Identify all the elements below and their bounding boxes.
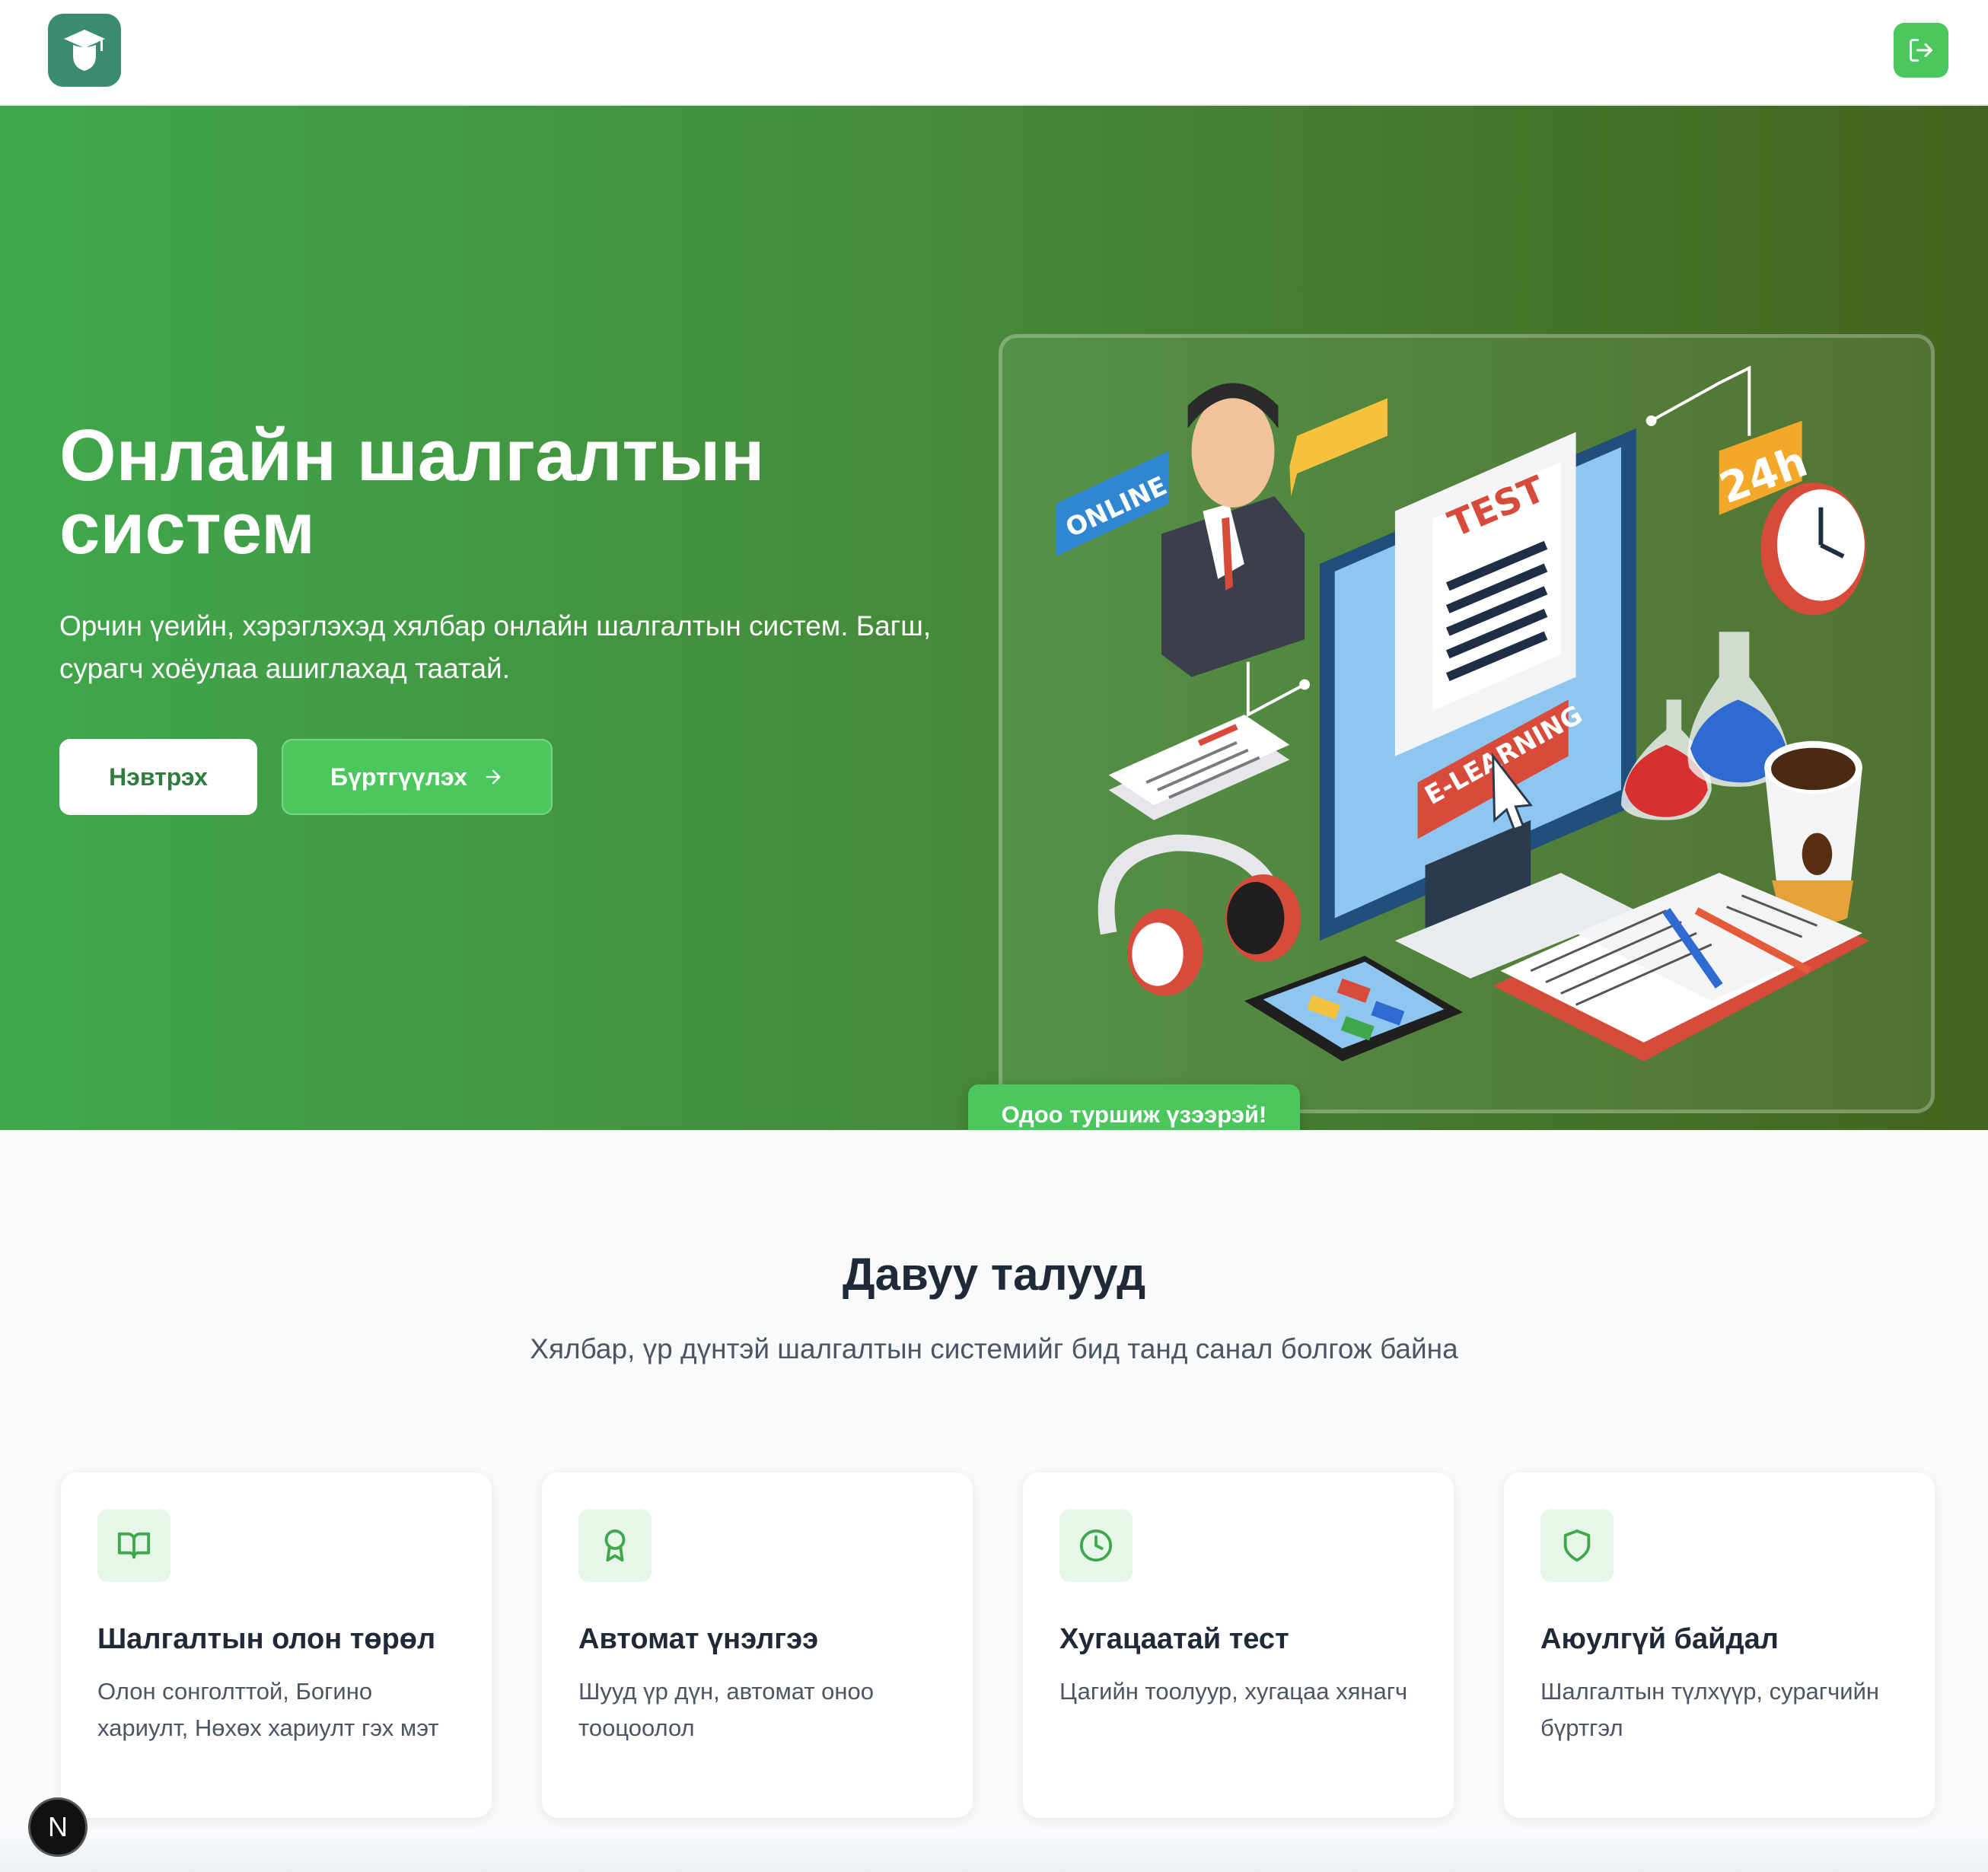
shield-icon bbox=[1540, 1509, 1614, 1582]
register-button[interactable]: Бүртгүүлэх bbox=[282, 739, 553, 815]
hero-illustration: TEST E-LEARNING ONLINE 24h bbox=[999, 334, 1935, 1113]
graduate-logo-icon[interactable] bbox=[48, 14, 121, 87]
hero-subtitle: Орчин үеийн, хэрэглэхэд хялбар онлайн ша… bbox=[59, 610, 932, 684]
feature-card-title: Аюулгүй байдал bbox=[1540, 1623, 1779, 1655]
clock-icon bbox=[1059, 1509, 1133, 1582]
feature-card-title: Хугацаатай тест bbox=[1059, 1623, 1289, 1655]
feature-card-description: Олон сонголттой, Богино хариулт, Нөхөх х… bbox=[97, 1678, 439, 1741]
coffee-cup-icon bbox=[1764, 740, 1862, 925]
logout-button[interactable] bbox=[1894, 23, 1948, 78]
hero-title: Онлайн шалгалтын систем bbox=[59, 415, 765, 569]
feature-card-security: Аюулгүй байдал Шалгалтын түлхүүр, сурагч… bbox=[1504, 1472, 1935, 1818]
feature-card-auto-grading: Автомат үнэлгээ Шууд үр дүн, автомат оно… bbox=[542, 1472, 973, 1818]
dev-tools-badge[interactable]: N bbox=[28, 1797, 88, 1857]
try-now-badge[interactable]: Одоо туршиж үзээрэй! bbox=[968, 1084, 1300, 1130]
login-button-label: Нэвтрэх bbox=[109, 762, 208, 791]
headphones-icon bbox=[1098, 834, 1301, 996]
e-learning-illustration: TEST E-LEARNING ONLINE 24h bbox=[1056, 365, 1870, 1062]
features-subtitle: Хялбар, үр дүнтэй шалгалтын системийг би… bbox=[530, 1333, 1458, 1364]
flask-icon bbox=[1620, 632, 1789, 820]
teacher-avatar-icon bbox=[1161, 383, 1305, 677]
book-open-icon bbox=[97, 1509, 170, 1582]
top-header bbox=[0, 0, 1988, 106]
feature-card-title: Автомат үнэлгээ bbox=[578, 1623, 819, 1655]
online-bubble: ONLINE bbox=[1056, 450, 1171, 557]
feature-card-title: Шалгалтын олон төрөл bbox=[97, 1623, 436, 1655]
try-now-label: Одоо туршиж үзээрэй! bbox=[1001, 1101, 1267, 1128]
login-button[interactable]: Нэвтрэх bbox=[59, 739, 257, 815]
logout-icon bbox=[1910, 39, 1932, 62]
connector-line bbox=[1650, 365, 1751, 436]
feature-card-timed-test: Хугацаатай тест Цагийн тоолуур, хугацаа … bbox=[1023, 1472, 1454, 1818]
hero-section: Онлайн шалгалтын систем Орчин үеийн, хэр… bbox=[0, 106, 1988, 1130]
chat-bubble-icon bbox=[1289, 398, 1388, 496]
clock-icon bbox=[1760, 482, 1866, 616]
feature-card-description: Шууд үр дүн, автомат оноо тооцоолол bbox=[578, 1678, 875, 1741]
award-icon bbox=[578, 1509, 652, 1582]
features-title: Давуу талууд bbox=[842, 1249, 1146, 1300]
feature-card-exam-types: Шалгалтын олон төрөл Олон сонголттой, Бо… bbox=[61, 1472, 492, 1818]
feature-card-description: Шалгалтын түлхүүр, сурагчийн бүртгэл bbox=[1540, 1678, 1880, 1741]
register-button-label: Бүртгүүлэх bbox=[330, 762, 467, 791]
bottom-fade bbox=[0, 1834, 1988, 1872]
tablet-icon bbox=[1244, 955, 1464, 1062]
dev-tools-badge-label: N bbox=[48, 1811, 68, 1842]
papers-stack-icon bbox=[1108, 715, 1290, 820]
feature-card-description: Цагийн тоолуур, хугацаа хянагч bbox=[1059, 1678, 1408, 1705]
arrow-right-icon bbox=[486, 769, 501, 785]
